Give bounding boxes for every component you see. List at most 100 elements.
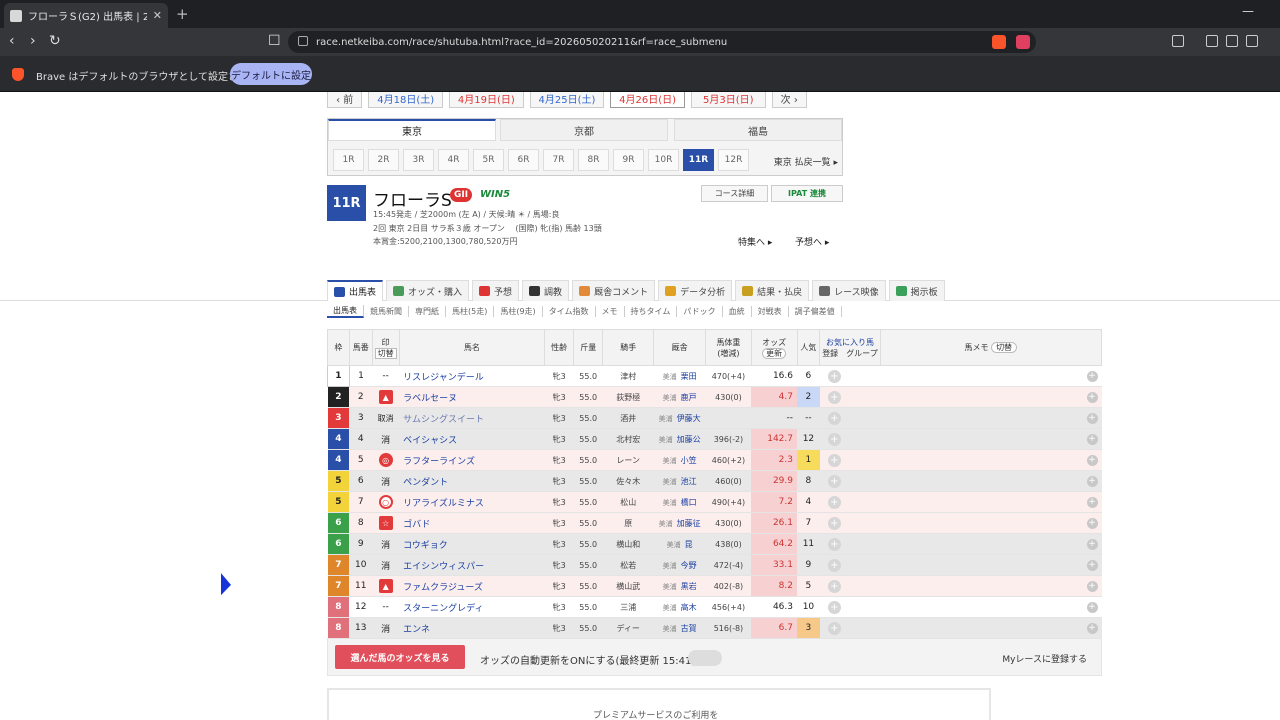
jockey-link[interactable]: 三浦	[602, 596, 654, 618]
forward-icon[interactable]: ›	[30, 33, 36, 49]
date-tab[interactable]: 5月3日(日)	[690, 92, 766, 108]
memo-toggle-button[interactable]: 切替	[991, 342, 1018, 353]
prev-date-button[interactable]: ‹ 前	[327, 92, 363, 108]
add-memo-icon[interactable]: +	[1086, 517, 1098, 529]
trainer-link[interactable]: 橋口	[681, 498, 697, 507]
jockey-link[interactable]: 酒井	[602, 407, 654, 429]
mark-cell[interactable]: ☆	[372, 512, 400, 534]
add-favorite-icon[interactable]: +	[827, 453, 841, 467]
horse-name-link[interactable]: エンネ	[399, 617, 545, 639]
main-tab[interactable]: 調教	[522, 280, 570, 301]
subnav-item[interactable]: パドック	[677, 305, 723, 317]
add-memo-icon[interactable]: +	[1086, 559, 1098, 571]
close-tab-icon[interactable]: ✕	[153, 9, 162, 22]
main-tab[interactable]: データ分析	[658, 280, 733, 301]
race-tab-1r[interactable]: 1R	[333, 149, 364, 171]
mark-cell[interactable]: 消	[372, 617, 400, 639]
split-view-icon[interactable]	[1226, 35, 1238, 47]
main-tab[interactable]: 出馬表	[327, 280, 384, 301]
next-date-button[interactable]: 次 ›	[771, 92, 807, 108]
mark-cell[interactable]: --	[372, 596, 400, 618]
mark-cell[interactable]: 取消	[372, 407, 400, 429]
url-field[interactable]: race.netkeiba.com/race/shutuba.html?race…	[288, 31, 1036, 53]
add-memo-icon[interactable]: +	[1086, 496, 1098, 508]
date-tab-active[interactable]: 4月26日(日)	[610, 92, 685, 108]
trainer-link[interactable]: 加藤公	[677, 435, 701, 444]
main-tab[interactable]: オッズ・購入	[386, 280, 470, 301]
add-favorite-icon[interactable]: +	[827, 390, 841, 404]
jockey-link[interactable]: 横山和	[602, 533, 654, 555]
subnav-item[interactable]: 馬柱(9走)	[494, 305, 543, 317]
jockey-link[interactable]: 横山武	[602, 575, 654, 597]
subnav-item[interactable]: 調子偏差値	[789, 305, 842, 317]
subnav-item[interactable]: 持ちタイム	[625, 305, 678, 317]
minimize-icon[interactable]: —	[1242, 4, 1254, 18]
date-tab[interactable]: 4月18日(土)	[368, 92, 444, 108]
jockey-link[interactable]: 荻野極	[602, 386, 654, 408]
trainer-link[interactable]: 黒岩	[681, 582, 697, 591]
jockey-link[interactable]: ディー	[602, 617, 654, 639]
venue-tab-kyoto[interactable]: 京都	[500, 119, 668, 141]
feature-link[interactable]: 特集へ ▸	[738, 235, 772, 248]
mark-toggle-button[interactable]: 切替	[374, 347, 397, 359]
trainer-link[interactable]: 池江	[681, 477, 697, 486]
trainer-link[interactable]: 昆	[685, 540, 693, 549]
wallet-icon[interactable]	[1246, 35, 1258, 47]
brave-shields-icon[interactable]	[992, 35, 1006, 49]
horse-name-link[interactable]: ファムクラジューズ	[399, 575, 545, 597]
payout-list-link[interactable]: 東京 払戻一覧 ▸	[774, 155, 838, 168]
add-favorite-icon[interactable]: +	[827, 516, 841, 530]
date-tab[interactable]: 4月19日(日)	[449, 92, 524, 108]
view-selected-odds-button[interactable]: 選んだ馬のオッズを見る	[335, 645, 465, 669]
odds-update-button[interactable]: 更新	[762, 347, 787, 359]
jockey-link[interactable]: 津村	[602, 365, 654, 387]
add-memo-icon[interactable]: +	[1086, 475, 1098, 487]
add-memo-icon[interactable]: +	[1086, 370, 1098, 382]
ipat-link-button[interactable]: IPAT 連携	[771, 185, 843, 202]
new-tab-icon[interactable]: +	[176, 5, 189, 23]
race-tab-3r[interactable]: 3R	[403, 149, 434, 171]
horse-name-link[interactable]: エイシンウィスパー	[399, 554, 545, 576]
venue-tab-fukushima[interactable]: 福島	[674, 119, 842, 141]
reload-icon[interactable]: ↻	[49, 33, 61, 49]
my-race-register-link[interactable]: Myレースに登録する	[1002, 652, 1087, 665]
horse-name-link[interactable]: ゴバド	[399, 512, 545, 534]
mark-cell[interactable]: 消	[372, 533, 400, 555]
race-tab-10r[interactable]: 10R	[648, 149, 679, 171]
horse-name-link[interactable]: リスレジャンデール	[399, 365, 545, 387]
subnav-item[interactable]: メモ	[596, 305, 625, 317]
main-tab[interactable]: 結果・払戻	[735, 280, 810, 301]
add-favorite-icon[interactable]: +	[827, 600, 841, 614]
race-tab-7r[interactable]: 7R	[543, 149, 574, 171]
add-favorite-icon[interactable]: +	[827, 621, 841, 635]
set-default-button[interactable]: デフォルトに設定	[230, 63, 312, 85]
horse-name-link[interactable]: スターニングレディ	[399, 596, 545, 618]
subnav-item[interactable]: 血統	[723, 305, 752, 317]
site-info-icon[interactable]	[298, 36, 308, 46]
mark-cell[interactable]: 消	[372, 428, 400, 450]
add-favorite-icon[interactable]: +	[827, 474, 841, 488]
main-tab[interactable]: 厩舎コメント	[572, 280, 656, 301]
race-tab-4r[interactable]: 4R	[438, 149, 469, 171]
race-tab-6r[interactable]: 6R	[508, 149, 539, 171]
add-favorite-icon[interactable]: +	[827, 369, 841, 383]
trainer-link[interactable]: 古賀	[681, 624, 697, 633]
add-memo-icon[interactable]: +	[1086, 412, 1098, 424]
auto-update-toggle[interactable]	[688, 650, 722, 666]
trainer-link[interactable]: 高木	[681, 603, 697, 612]
mark-cell[interactable]: ◎	[372, 449, 400, 471]
main-tab[interactable]: レース映像	[812, 280, 886, 301]
horse-name-link[interactable]: ラフターラインズ	[399, 449, 545, 471]
horse-name-link[interactable]: コウギョク	[399, 533, 545, 555]
jockey-link[interactable]: レーン	[602, 449, 654, 471]
jockey-link[interactable]: 北村宏	[602, 428, 654, 450]
race-tab-9r[interactable]: 9R	[613, 149, 644, 171]
subnav-item[interactable]: 出馬表	[327, 304, 364, 318]
mark-cell[interactable]: ○	[372, 491, 400, 513]
horse-name-link[interactable]: サムシングスイート	[399, 407, 545, 429]
add-memo-icon[interactable]: +	[1086, 622, 1098, 634]
horse-name-link[interactable]: ラベルセーヌ	[399, 386, 545, 408]
course-detail-button[interactable]: コース詳細	[701, 185, 768, 202]
race-tab-5r[interactable]: 5R	[473, 149, 504, 171]
add-memo-icon[interactable]: +	[1086, 454, 1098, 466]
